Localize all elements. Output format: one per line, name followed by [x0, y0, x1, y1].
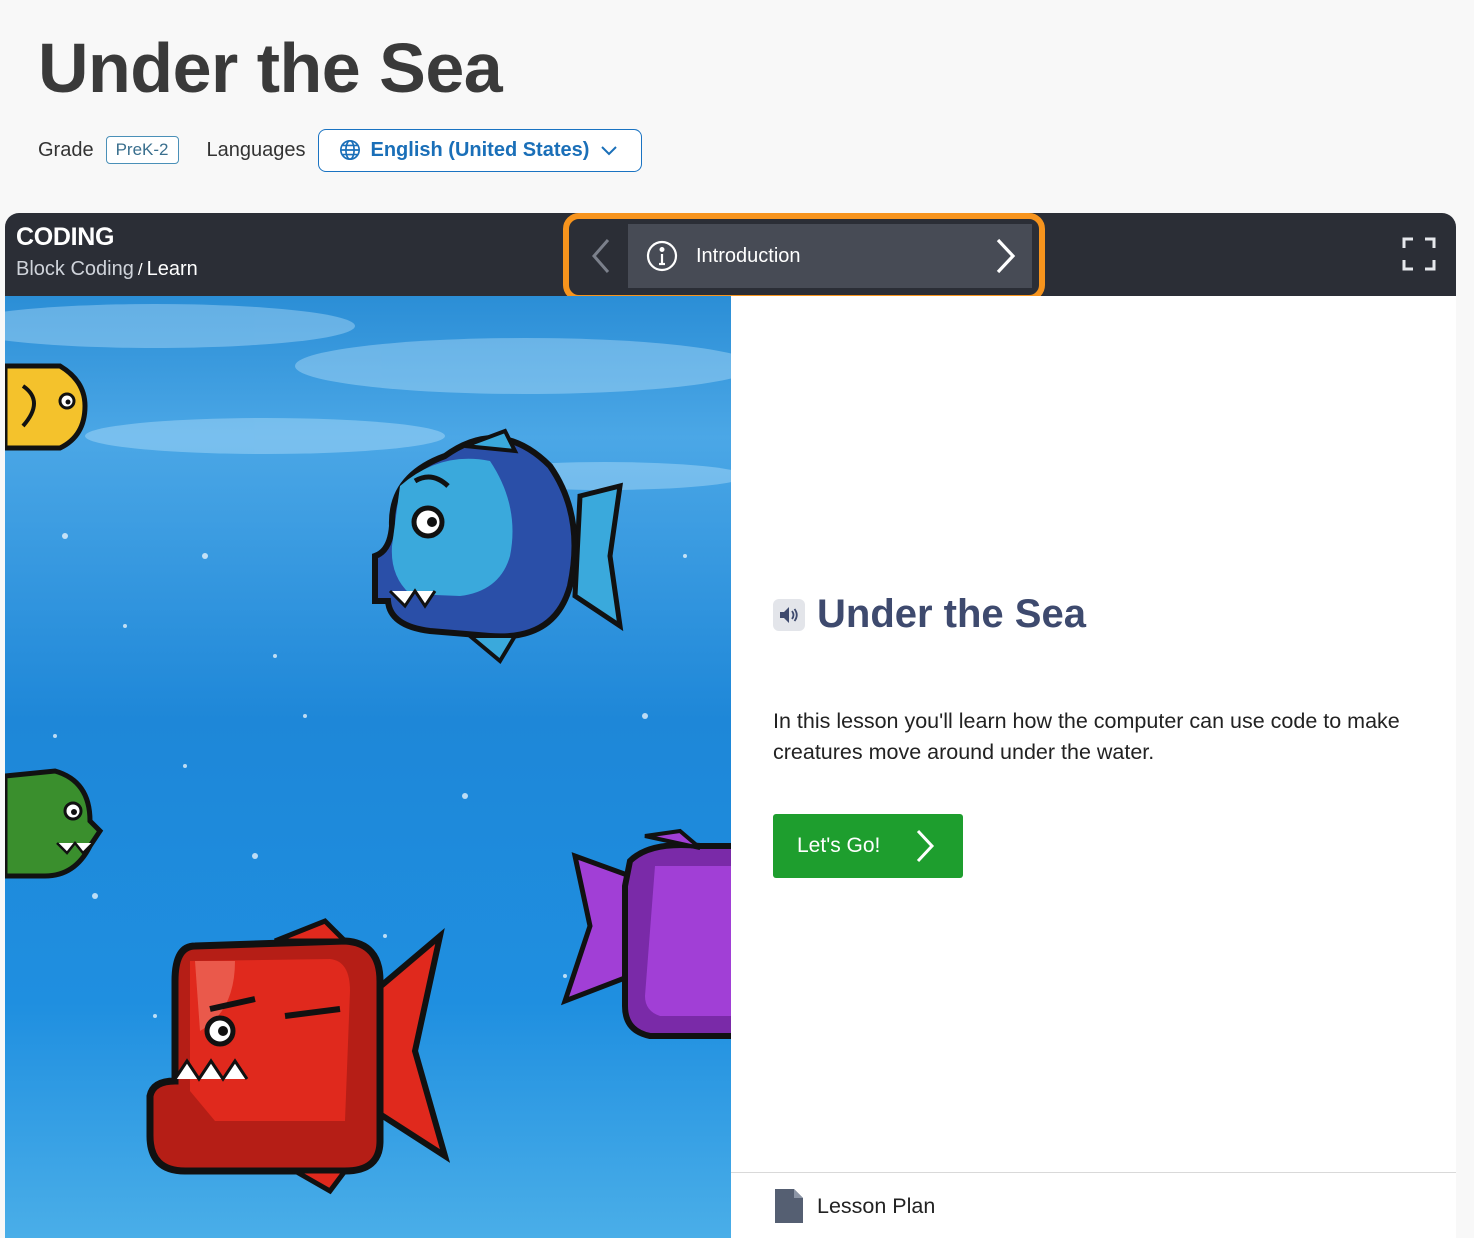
language-selected-value: English (United States) [370, 138, 590, 161]
lesson-description: In this lesson you'll learn how the comp… [773, 709, 1400, 764]
grade-badge: PreK-2 [105, 136, 179, 164]
breadcrumb-current: Learn [146, 258, 198, 280]
current-step-label: Introduction [696, 244, 801, 267]
document-icon [775, 1189, 803, 1223]
languages-label: Languages [206, 138, 306, 161]
course-title: CODING [16, 223, 115, 251]
breadcrumb-section[interactable]: Block Coding [16, 258, 134, 280]
speaker-icon[interactable] [773, 598, 805, 631]
breadcrumb: Block Coding / Learn [16, 258, 198, 281]
globe-icon [339, 140, 360, 160]
fullscreen-icon[interactable] [1402, 237, 1436, 271]
lesson-meta-row: Grade PreK-2 Languages English (United S… [38, 128, 642, 172]
lets-go-label: Let's Go! [797, 834, 881, 857]
purple-fish [560, 828, 731, 1039]
lesson-plan-link[interactable]: Lesson Plan [775, 1189, 935, 1223]
player-topbar: CODING Block Coding / Learn Introduction [5, 213, 1456, 301]
step-navigator: Introduction [563, 213, 1045, 301]
previous-step-button[interactable] [575, 224, 627, 288]
chevron-right-icon [916, 829, 935, 863]
panel-divider [731, 1172, 1456, 1173]
current-step-selector[interactable]: Introduction [628, 224, 1032, 288]
red-fish [146, 918, 451, 1195]
lesson-illustration [5, 296, 731, 1238]
lesson-intro-panel: Under the Sea In this lesson you'll lear… [731, 296, 1456, 1238]
lets-go-button[interactable]: Let's Go! [773, 814, 963, 878]
chevron-right-icon[interactable] [994, 238, 1016, 274]
lesson-title: Under the Sea [817, 592, 1086, 636]
language-dropdown[interactable]: English (United States) [317, 128, 642, 172]
chevron-left-icon [592, 239, 610, 273]
yellow-fish [5, 363, 88, 451]
grade-label: Grade [38, 138, 94, 161]
page-title: Under the Sea [38, 29, 503, 107]
lesson-plan-label: Lesson Plan [817, 1193, 936, 1218]
lesson-heading: Under the Sea [773, 592, 1086, 637]
chevron-down-icon [601, 146, 618, 156]
lesson-player: CODING Block Coding/Learn Introduction [5, 213, 1456, 1238]
info-icon [646, 240, 678, 272]
breadcrumb-separator: / [137, 260, 143, 279]
green-fish [5, 768, 104, 879]
